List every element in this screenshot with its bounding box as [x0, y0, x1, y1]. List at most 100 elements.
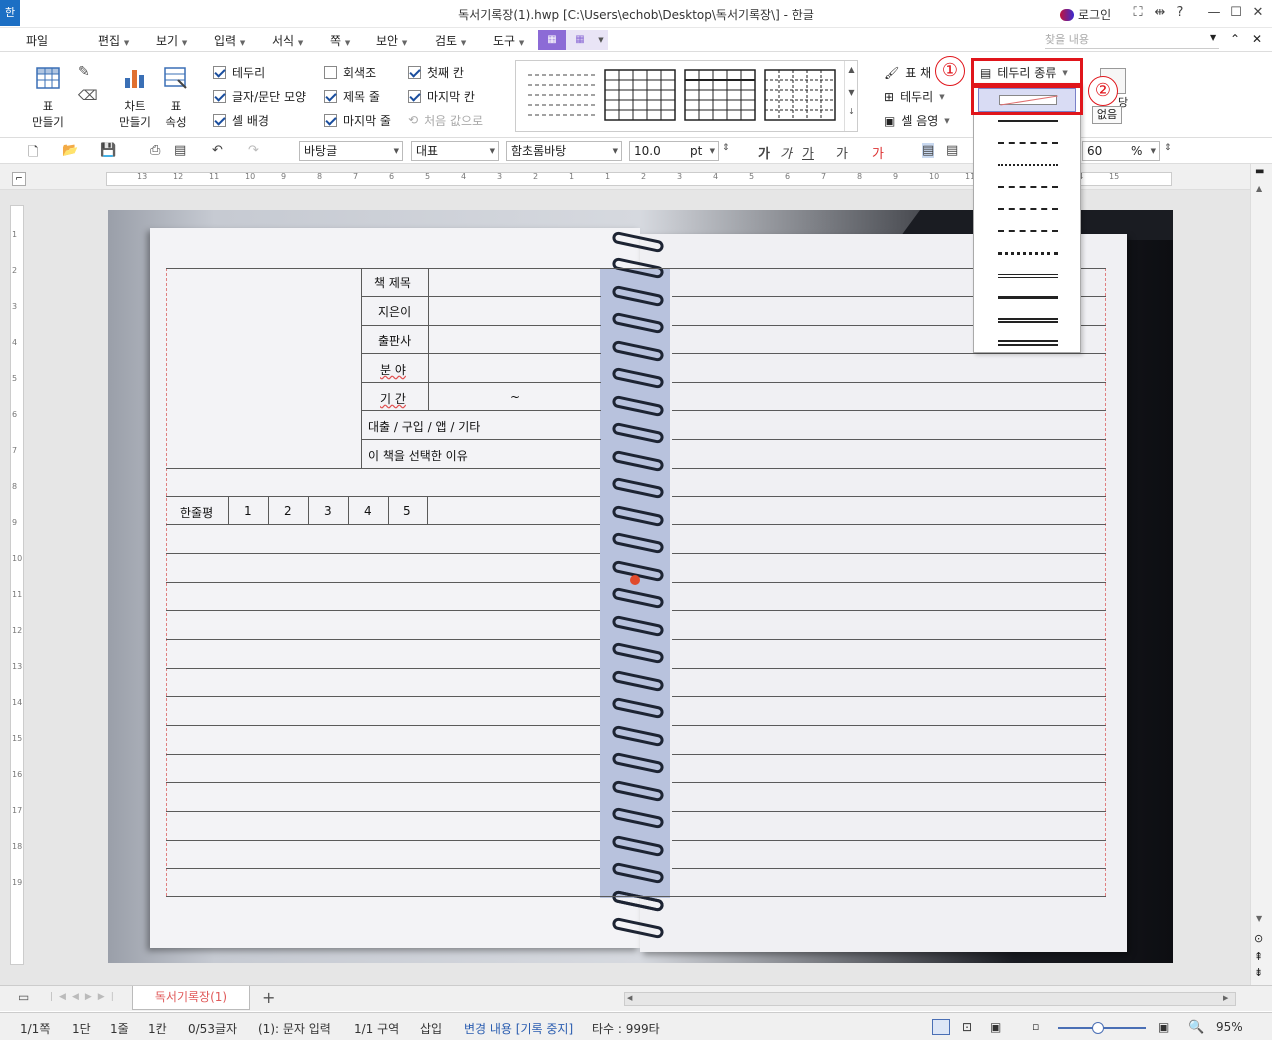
gallery-up-icon[interactable]: ▲ [845, 65, 858, 74]
tab-dropdown-icon[interactable]: ▼ [594, 30, 608, 50]
checkbox-cell-bg[interactable] [213, 113, 226, 127]
menu-review[interactable]: 검토 ▼ [435, 32, 466, 49]
size-stepper-icon[interactable]: ⇕ [722, 143, 730, 153]
style-grid3-thumb[interactable] [764, 69, 836, 121]
align-left-icon[interactable]: ▤ [946, 143, 958, 158]
lang-select[interactable]: 대표 ▼ [411, 141, 499, 161]
menu-security[interactable]: 보안 ▼ [376, 32, 407, 49]
zoom-slider-thumb[interactable] [1092, 1022, 1104, 1034]
status-insert[interactable]: 삽입 [420, 1020, 442, 1037]
align-justify-icon[interactable]: ▤ [922, 143, 935, 158]
chart-make-button[interactable]: 차트 만들기 [112, 66, 158, 130]
checkbox-header-row[interactable] [324, 89, 337, 103]
border-line-option[interactable] [998, 318, 1058, 323]
table-fill-button[interactable]: 🖌 표 채 [884, 64, 931, 81]
table-edit-icon[interactable]: ✎ [78, 64, 90, 80]
menu-format[interactable]: 서식 ▼ [272, 32, 303, 49]
table-make-button[interactable]: 표 만들기 [28, 66, 68, 130]
check-grayscale[interactable]: 회색조 [324, 62, 391, 82]
print-icon[interactable]: ⎙ [150, 143, 160, 158]
checkbox-last-col[interactable] [408, 89, 421, 103]
menu-insert[interactable]: 입력 ▼ [214, 32, 245, 49]
border-line-option[interactable] [998, 230, 1058, 232]
new-doc-icon[interactable]: 🗋 [28, 143, 38, 165]
horizontal-scrollbar[interactable]: ◀ ▶ [624, 992, 1236, 1006]
bold-icon[interactable]: 가 [758, 143, 770, 162]
menu-view[interactable]: 보기 ▼ [156, 32, 187, 49]
check-header-row[interactable]: 제목 줄 [324, 86, 391, 106]
style-select[interactable]: 바탕글 ▼ [299, 141, 403, 161]
search-input[interactable]: 찾을 내용 [1045, 31, 1219, 49]
ribbon-close-icon[interactable]: ✕ [1252, 32, 1262, 46]
view-multipage-icon[interactable]: ▣ [990, 1020, 1001, 1034]
status-page[interactable]: 1/1쪽 [20, 1020, 50, 1037]
vertical-ruler[interactable]: 1 2 3 4 5 6 7 8 9 10 11 12 13 14 15 16 17 18 19 [10, 205, 24, 965]
login-button[interactable]: 로그인 [1060, 6, 1111, 23]
scroll-top-icon[interactable]: ▬ [1255, 166, 1264, 177]
zoom-page-icon[interactable]: ▣ [1158, 1020, 1169, 1034]
checkbox-border[interactable] [213, 65, 226, 79]
gallery-scroll[interactable]: ▲ ▼ ↓ [844, 61, 858, 131]
undo-icon[interactable]: ↶ [212, 143, 223, 158]
next-page-icon[interactable]: ⇟ [1254, 966, 1263, 979]
split-icon[interactable]: ⇹ [1150, 5, 1170, 20]
status-track[interactable]: 변경 내용 [기록 중지] [464, 1020, 573, 1037]
style-grid2-thumb[interactable] [684, 69, 756, 121]
tab-list-icon[interactable]: ▭ [18, 990, 29, 1004]
gallery-expand-icon[interactable]: ↓ [845, 107, 858, 116]
checkbox-char-para[interactable] [213, 89, 226, 103]
zoom-fit-icon[interactable]: ▫ [1032, 1020, 1039, 1033]
gallery-down-icon[interactable]: ▼ [845, 88, 858, 97]
view-fullpage-icon[interactable]: ⊡ [962, 1020, 972, 1034]
close-button[interactable]: ✕ [1248, 5, 1268, 20]
border-line-option[interactable] [998, 296, 1058, 299]
table-design-tab-icon[interactable]: ▦ [538, 30, 566, 50]
style-none-thumb[interactable] [526, 69, 598, 121]
italic-icon[interactable]: 가 [780, 143, 792, 162]
checkbox-grayscale[interactable] [324, 65, 337, 79]
menu-tools[interactable]: 도구 ▼ [493, 32, 524, 49]
border-button[interactable]: ⊞ 테두리 ▼ [884, 88, 945, 105]
table-layout-tab-icon[interactable]: ▦ [566, 30, 594, 50]
doc-tab-active[interactable]: 독서기록장(1) [132, 986, 250, 1010]
checkbox-first-col[interactable] [408, 65, 421, 79]
menu-file[interactable]: 파일 [26, 32, 48, 49]
add-tab-button[interactable]: + [262, 988, 275, 1007]
search-dropdown-icon[interactable]: ▼ [1210, 33, 1216, 42]
cell-shade-button[interactable]: ▣ 셀 음영 ▼ [884, 112, 950, 129]
border-line-option[interactable] [998, 186, 1058, 188]
zoom-slider[interactable] [1058, 1022, 1146, 1034]
table-eraser-icon[interactable]: ⌫ [78, 88, 98, 104]
menu-page[interactable]: 쪽 ▼ [330, 32, 350, 49]
open-icon[interactable]: 📂 [62, 143, 78, 158]
preview-icon[interactable]: ▤ [174, 143, 186, 158]
font-color-icon[interactable]: 가 [872, 143, 884, 162]
check-first-col[interactable]: 첫째 칸 [408, 62, 483, 82]
scroll-down-icon[interactable]: ▼ [1256, 914, 1262, 923]
tab-nav-icons[interactable]: |◀◀▶▶| [50, 992, 120, 1002]
table-props-button[interactable]: 표 속성 [158, 66, 194, 130]
vertical-scrollbar[interactable]: ▬ ▲ ▼ ⊙ ⇞ ⇟ [1250, 164, 1272, 985]
tab-stop-icon[interactable]: ⌐ [12, 172, 26, 186]
view-normal-icon[interactable] [932, 1019, 950, 1035]
check-cell-bg[interactable]: 셀 배경 [213, 110, 306, 130]
checkbox-last-row[interactable] [324, 113, 337, 127]
reset-default-button[interactable]: ⟲ 처음 값으로 [408, 110, 483, 130]
border-line-option[interactable] [998, 164, 1058, 166]
underline-icon[interactable]: 가 [802, 143, 814, 162]
font-select[interactable]: 함초롬바탕 ▼ [506, 141, 622, 161]
hscroll-right-icon[interactable]: ▶ [1223, 994, 1231, 1004]
border-line-option[interactable] [998, 142, 1058, 144]
check-border[interactable]: 테두리 [213, 62, 306, 82]
prev-page-icon[interactable]: ⇞ [1254, 950, 1263, 963]
border-line-option[interactable] [998, 274, 1058, 278]
redo-icon[interactable]: ↷ [248, 143, 259, 158]
style-grid-thumb[interactable] [604, 69, 676, 121]
size-select[interactable]: 10.0 pt ▼ [629, 141, 719, 161]
check-char-para[interactable]: 글자/문단 모양 [213, 86, 306, 106]
strike-icon[interactable]: 가 [836, 143, 848, 162]
zoom-stepper-icon[interactable]: ⇕ [1164, 143, 1172, 153]
save-icon[interactable]: 💾 [100, 143, 116, 158]
zoom-select[interactable]: 60% ▼ [1082, 141, 1160, 161]
border-line-option[interactable] [998, 252, 1058, 255]
